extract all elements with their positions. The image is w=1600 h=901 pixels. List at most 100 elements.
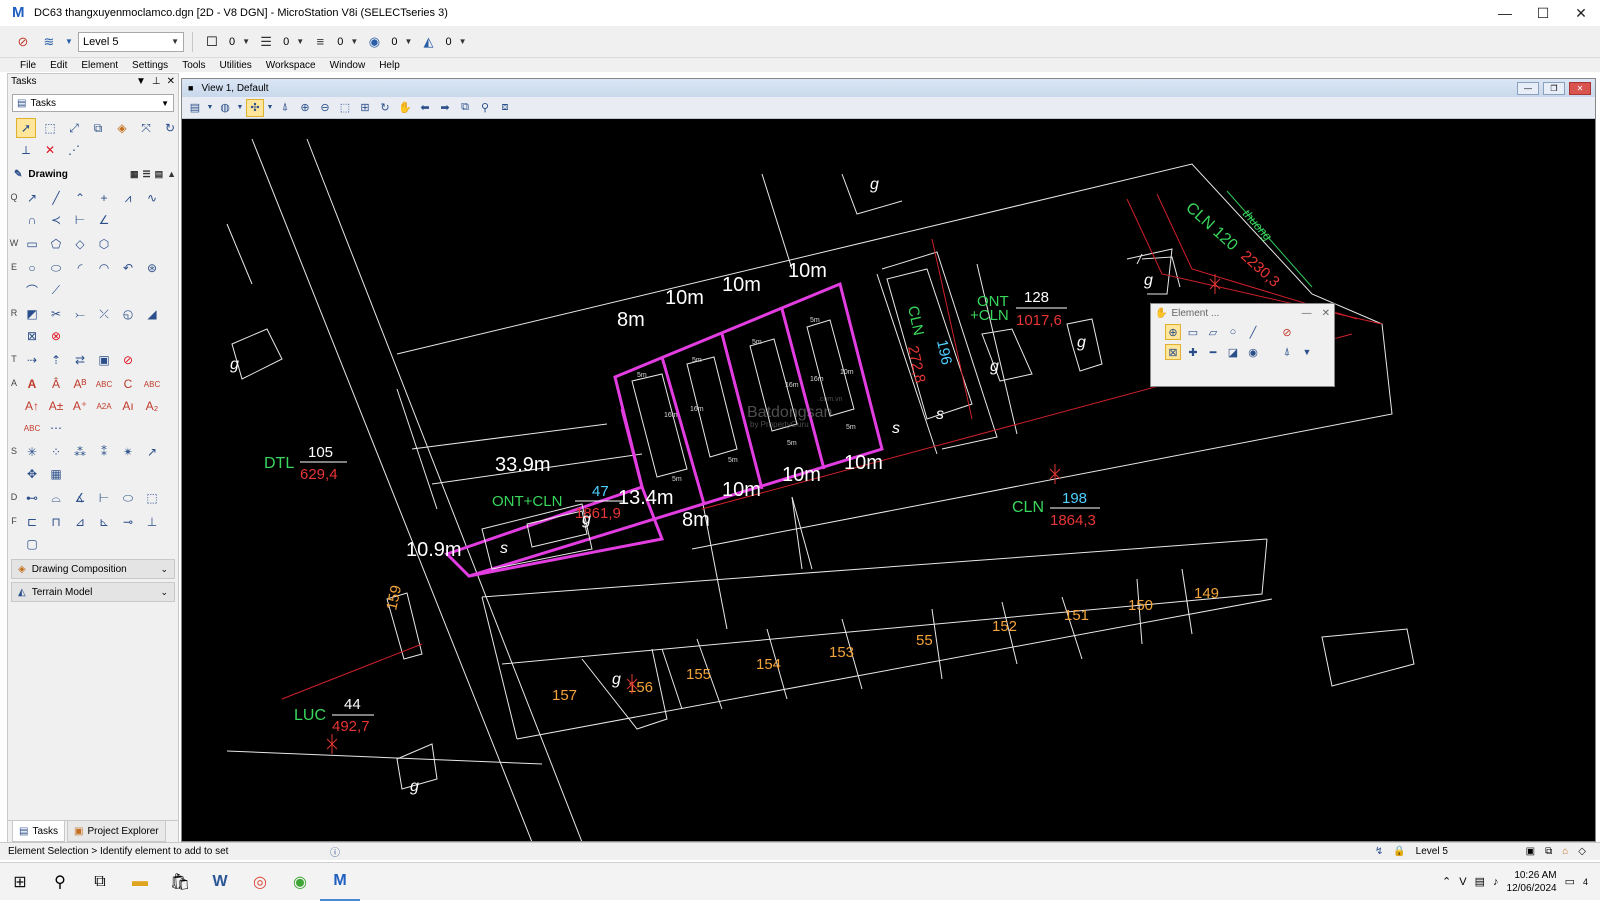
info-icon[interactable]: ⓘ (330, 844, 340, 859)
level-manager-dropdown[interactable]: ▼ (64, 31, 74, 53)
change-element-tool[interactable]: ⇄ (70, 350, 90, 370)
dimension-size-tool[interactable]: ⊏ (22, 512, 42, 532)
window-area-icon[interactable]: ⬚ (336, 99, 354, 117)
store-icon[interactable]: 🛍 (160, 863, 200, 901)
place-regular-polygon-tool[interactable]: ⬡ (94, 234, 114, 254)
extend-line-tool[interactable]: ⤚ (70, 304, 90, 324)
delete-tool[interactable]: ✕ (40, 140, 60, 160)
drop-element-tool[interactable]: ⊗ (46, 326, 66, 346)
drawing-section-header[interactable]: ✎ Drawing ▦ ☰ ▤ ▲ (10, 166, 176, 182)
construct-line-tool[interactable]: ⊢ (70, 210, 90, 230)
drawing-canvas[interactable]: 8m 10m 10m 10m 33.9m 13.4m 10.9m 8m 10m … (182, 119, 1595, 841)
menu-tools[interactable]: Tools (182, 60, 205, 71)
dialog-close-button[interactable]: ✕ (1322, 308, 1330, 319)
place-table-tool[interactable]: ▦ (46, 464, 66, 484)
notification-icon[interactable]: ▭ (1565, 875, 1575, 888)
element-selection-tool[interactable]: ➚ (16, 118, 36, 138)
menu-element[interactable]: Element (81, 60, 118, 71)
dimension-chain-tool[interactable]: ⊥ (142, 512, 162, 532)
copy-increment-text-tool[interactable]: A± (46, 396, 66, 416)
active-color-dropdown[interactable]: ▼ (241, 31, 251, 53)
delete-part-tool[interactable]: ✂ (46, 304, 66, 324)
modify-element-tool[interactable]: ◩ (22, 304, 42, 324)
view-attributes-dropdown[interactable]: ▼ (206, 99, 214, 117)
mirror-tool[interactable]: ⟂ (16, 140, 36, 160)
start-icon[interactable]: ⊞ (0, 863, 40, 901)
place-shape-tool[interactable]: ⬠ (46, 234, 66, 254)
priority-dropdown[interactable]: ▼ (458, 31, 468, 53)
spell-check-tool[interactable]: ABC (94, 374, 114, 394)
element-selection-off-icon[interactable]: ⊘ (12, 31, 34, 53)
place-active-cell-matrix-tool[interactable]: ⁂ (70, 442, 90, 462)
volume-icon[interactable]: ♪ (1493, 876, 1499, 888)
change-text-tool[interactable]: C (118, 374, 138, 394)
view-minimize-button[interactable]: — (1517, 81, 1539, 95)
modify-arc-radius-tool[interactable]: ⌒ (22, 280, 42, 300)
line-style-dropdown[interactable]: ▼ (295, 31, 305, 53)
place-curve-tool[interactable]: ∩ (22, 210, 42, 230)
menu-help[interactable]: Help (379, 60, 400, 71)
dimension-element-tool[interactable]: ⊷ (22, 488, 42, 508)
save-icon[interactable]: ▣ (1526, 846, 1535, 857)
invert-mode-icon[interactable]: ◪ (1225, 344, 1241, 360)
fill-data-field-tool[interactable]: ⋯ (46, 418, 66, 438)
select-all-icon[interactable]: ◉ (1245, 344, 1261, 360)
place-smartline-tool[interactable]: ↗ (22, 188, 42, 208)
place-multiline-tool[interactable]: ⌃ (70, 188, 90, 208)
microstation-taskbar-icon[interactable]: M (320, 863, 360, 901)
snap-icon[interactable]: ↯ (1375, 846, 1383, 857)
text-number-tool[interactable]: A₂ (142, 396, 162, 416)
selection-filter-icon[interactable]: ⍋ (1279, 344, 1295, 360)
display-text-attributes-tool[interactable]: ABC (142, 374, 162, 394)
line-style-icon[interactable]: ☰ (255, 31, 277, 53)
subtract-mode-icon[interactable]: ━ (1205, 344, 1221, 360)
individual-method-icon[interactable]: ⊕ (1165, 324, 1181, 340)
place-orthogonal-shape-tool[interactable]: ◇ (70, 234, 90, 254)
coccoc-icon[interactable]: ◉ (280, 863, 320, 901)
dialog-minimize-button[interactable]: — (1302, 308, 1312, 319)
icon-view-icon[interactable]: ▦ (130, 169, 139, 180)
identify-cell-tool[interactable]: ⁑ (94, 442, 114, 462)
change-fill-tool[interactable]: ▣ (94, 350, 114, 370)
menu-settings[interactable]: Settings (132, 60, 168, 71)
text-superscript-tool[interactable]: Aᴮ (70, 374, 90, 394)
update-view-icon[interactable]: ✣ (246, 98, 264, 117)
zoom-out-icon[interactable]: ⊖ (316, 99, 334, 117)
dimension-angle-tool[interactable]: ∡ (70, 488, 90, 508)
priority-icon[interactable]: ◭ (418, 31, 440, 53)
display-style-dropdown[interactable]: ▼ (236, 99, 244, 117)
clear-selection-icon[interactable]: ⊘ (1279, 324, 1295, 340)
place-arc-tool[interactable]: ◜ (70, 258, 90, 278)
display-style-icon[interactable]: ◍ (216, 99, 234, 117)
place-frame-tool[interactable]: ▢ (22, 534, 42, 554)
construct-bisector-tool[interactable]: ≺ (46, 210, 66, 230)
drawing-composition-section[interactable]: ◈ Drawing Composition ⌄ (11, 559, 175, 579)
menu-edit[interactable]: Edit (50, 60, 67, 71)
select-cell-tool[interactable]: ⁘ (46, 442, 66, 462)
dialog-title-bar[interactable]: ✋ Element ... — ✕ (1151, 304, 1334, 322)
vpn-icon[interactable]: V (1459, 876, 1466, 888)
place-stream-tool[interactable]: ∿ (142, 188, 162, 208)
view-attributes-icon[interactable]: ▤ (186, 99, 204, 117)
place-arrow-tool[interactable]: ↗ (142, 442, 162, 462)
increment-text-tool[interactable]: A↑ (22, 396, 42, 416)
view-close-button[interactable]: ✕ (1569, 81, 1591, 95)
resize-grip-icon[interactable]: ◇ (1578, 846, 1586, 857)
place-cell-tool[interactable]: ✳ (22, 442, 42, 462)
terrain-model-section[interactable]: ◭ Terrain Model ⌄ (11, 582, 175, 602)
file-explorer-icon[interactable]: ▬ (120, 863, 160, 901)
edit-text-tool[interactable]: Â (46, 374, 66, 394)
construct-angle-tool[interactable]: ∠ (94, 210, 114, 230)
fit-view-icon[interactable]: ⊞ (356, 99, 374, 117)
define-cell-origin-tool[interactable]: ✥ (22, 464, 42, 484)
transparency-icon[interactable]: ◉ (363, 31, 385, 53)
chrome-icon[interactable]: ◎ (240, 863, 280, 901)
copy-tool[interactable]: ⧉ (88, 118, 108, 138)
clip-volume-icon[interactable]: ⧈ (496, 99, 514, 117)
zoom-in-icon[interactable]: ⊕ (296, 99, 314, 117)
dimension-diameter-tool[interactable]: ⊸ (118, 512, 138, 532)
place-note-tool[interactable]: A⁺ (70, 396, 90, 416)
view-previous-icon[interactable]: ⬅ (416, 99, 434, 117)
close-button[interactable]: ✕ (1562, 0, 1600, 26)
trim-tool[interactable]: ⤫ (94, 304, 114, 324)
